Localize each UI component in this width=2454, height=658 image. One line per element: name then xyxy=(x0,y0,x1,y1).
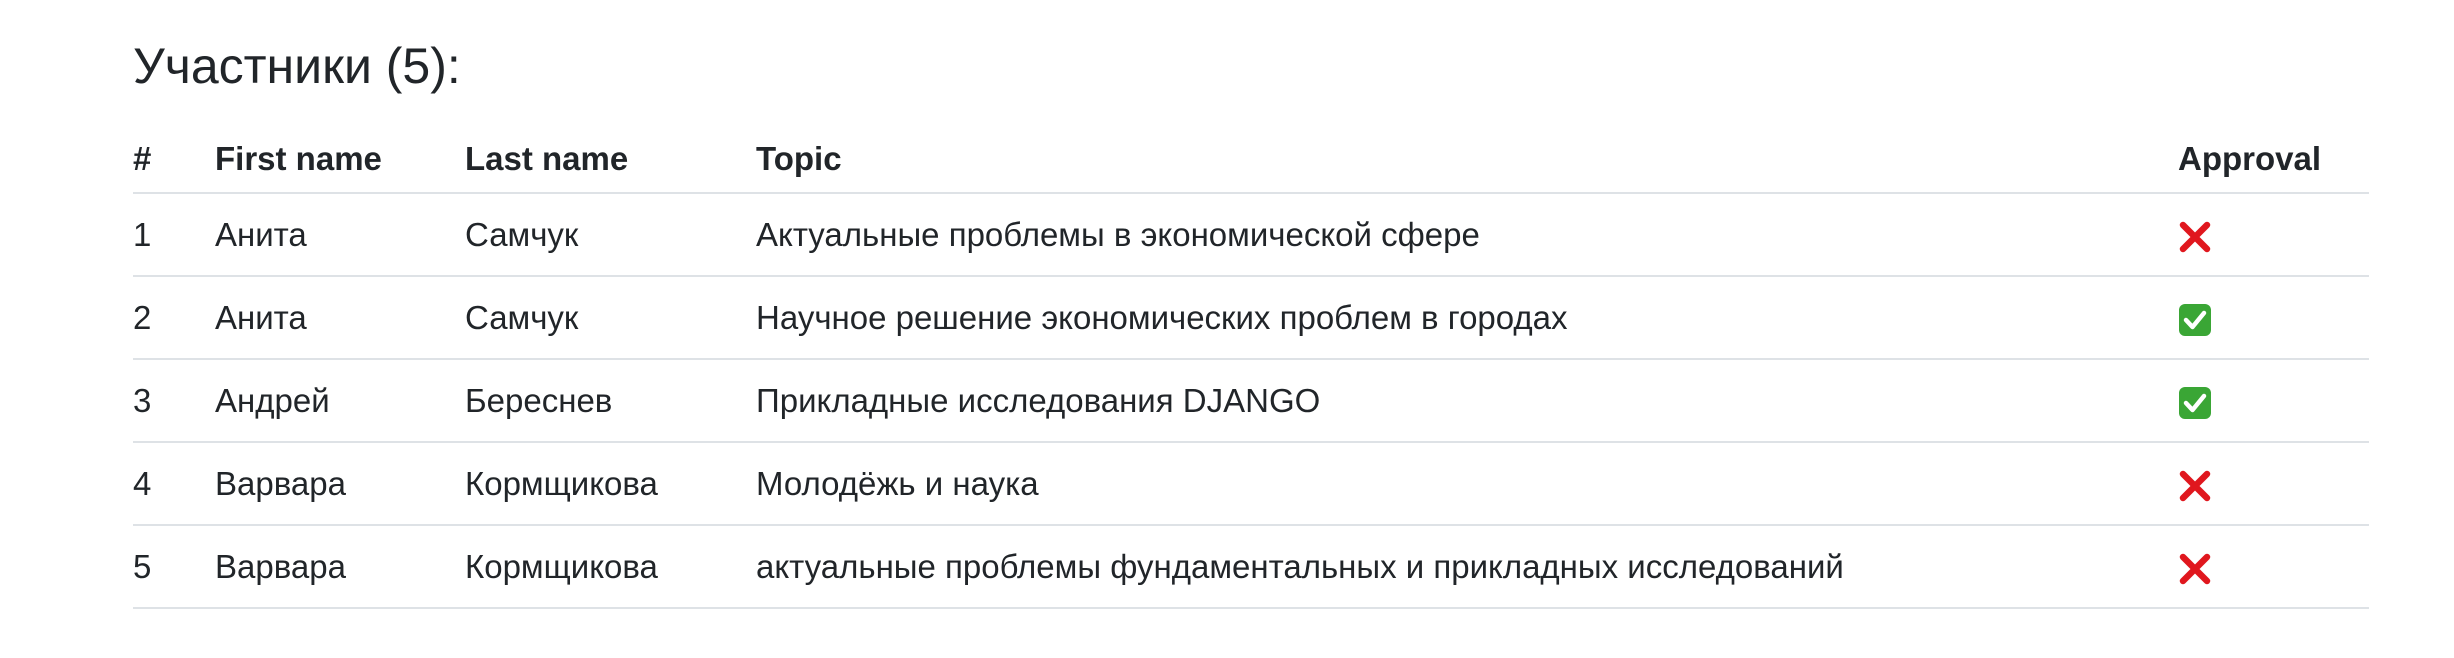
first-name-cell: Варвара xyxy=(215,524,465,609)
cross-mark-icon xyxy=(2178,469,2212,503)
row-number: 5 xyxy=(133,524,215,609)
last-name-cell: Кормщикова xyxy=(465,524,756,609)
table-row: 2 Анита Самчук Научное решение экономиче… xyxy=(133,275,2369,359)
approval-cell xyxy=(2178,441,2369,525)
cross-mark-icon xyxy=(2178,552,2212,586)
row-number: 4 xyxy=(133,441,215,525)
last-name-cell: Береснев xyxy=(465,358,756,442)
approval-cell xyxy=(2178,192,2369,276)
topic-cell: Актуальные проблемы в экономической сфер… xyxy=(756,192,2178,276)
table-row: 5 Варвара Кормщикова актуальные проблемы… xyxy=(133,524,2369,609)
column-header-number: # xyxy=(133,140,152,177)
page-title: Участники (5): xyxy=(133,38,461,94)
check-mark-icon xyxy=(2178,386,2212,420)
first-name-cell: Анита xyxy=(215,275,465,359)
column-header-approval: Approval xyxy=(2178,140,2322,177)
row-number: 3 xyxy=(133,358,215,442)
row-number: 1 xyxy=(133,192,215,276)
approval-cell xyxy=(2178,524,2369,609)
table-row: 3 Андрей Береснев Прикладные исследовани… xyxy=(133,358,2369,442)
topic-cell: Прикладные исследования DJANGO xyxy=(756,358,2178,442)
column-header-last-name: Last name xyxy=(465,140,629,177)
last-name-cell: Кормщикова xyxy=(465,441,756,525)
topic-cell: Молодёжь и наука xyxy=(756,441,2178,525)
approval-cell xyxy=(2178,275,2369,359)
approval-cell xyxy=(2178,358,2369,442)
first-name-cell: Андрей xyxy=(215,358,465,442)
first-name-cell: Варвара xyxy=(215,441,465,525)
column-header-first-name: First name xyxy=(215,140,382,177)
last-name-cell: Самчук xyxy=(465,275,756,359)
participants-table: # First name Last name Topic Approval 1 … xyxy=(133,126,2369,609)
check-mark-icon xyxy=(2178,303,2212,337)
first-name-cell: Анита xyxy=(215,192,465,276)
row-number: 2 xyxy=(133,275,215,359)
table-row: 1 Анита Самчук Актуальные проблемы в эко… xyxy=(133,192,2369,276)
topic-cell: Научное решение экономических проблем в … xyxy=(756,275,2178,359)
table-row: 4 Варвара Кормщикова Молодёжь и наука xyxy=(133,441,2369,525)
topic-cell: актуальные проблемы фундаментальных и пр… xyxy=(756,524,2178,609)
column-header-topic: Topic xyxy=(756,140,842,177)
last-name-cell: Самчук xyxy=(465,192,756,276)
table-header-row: # First name Last name Topic Approval xyxy=(133,126,2369,193)
cross-mark-icon xyxy=(2178,220,2212,254)
